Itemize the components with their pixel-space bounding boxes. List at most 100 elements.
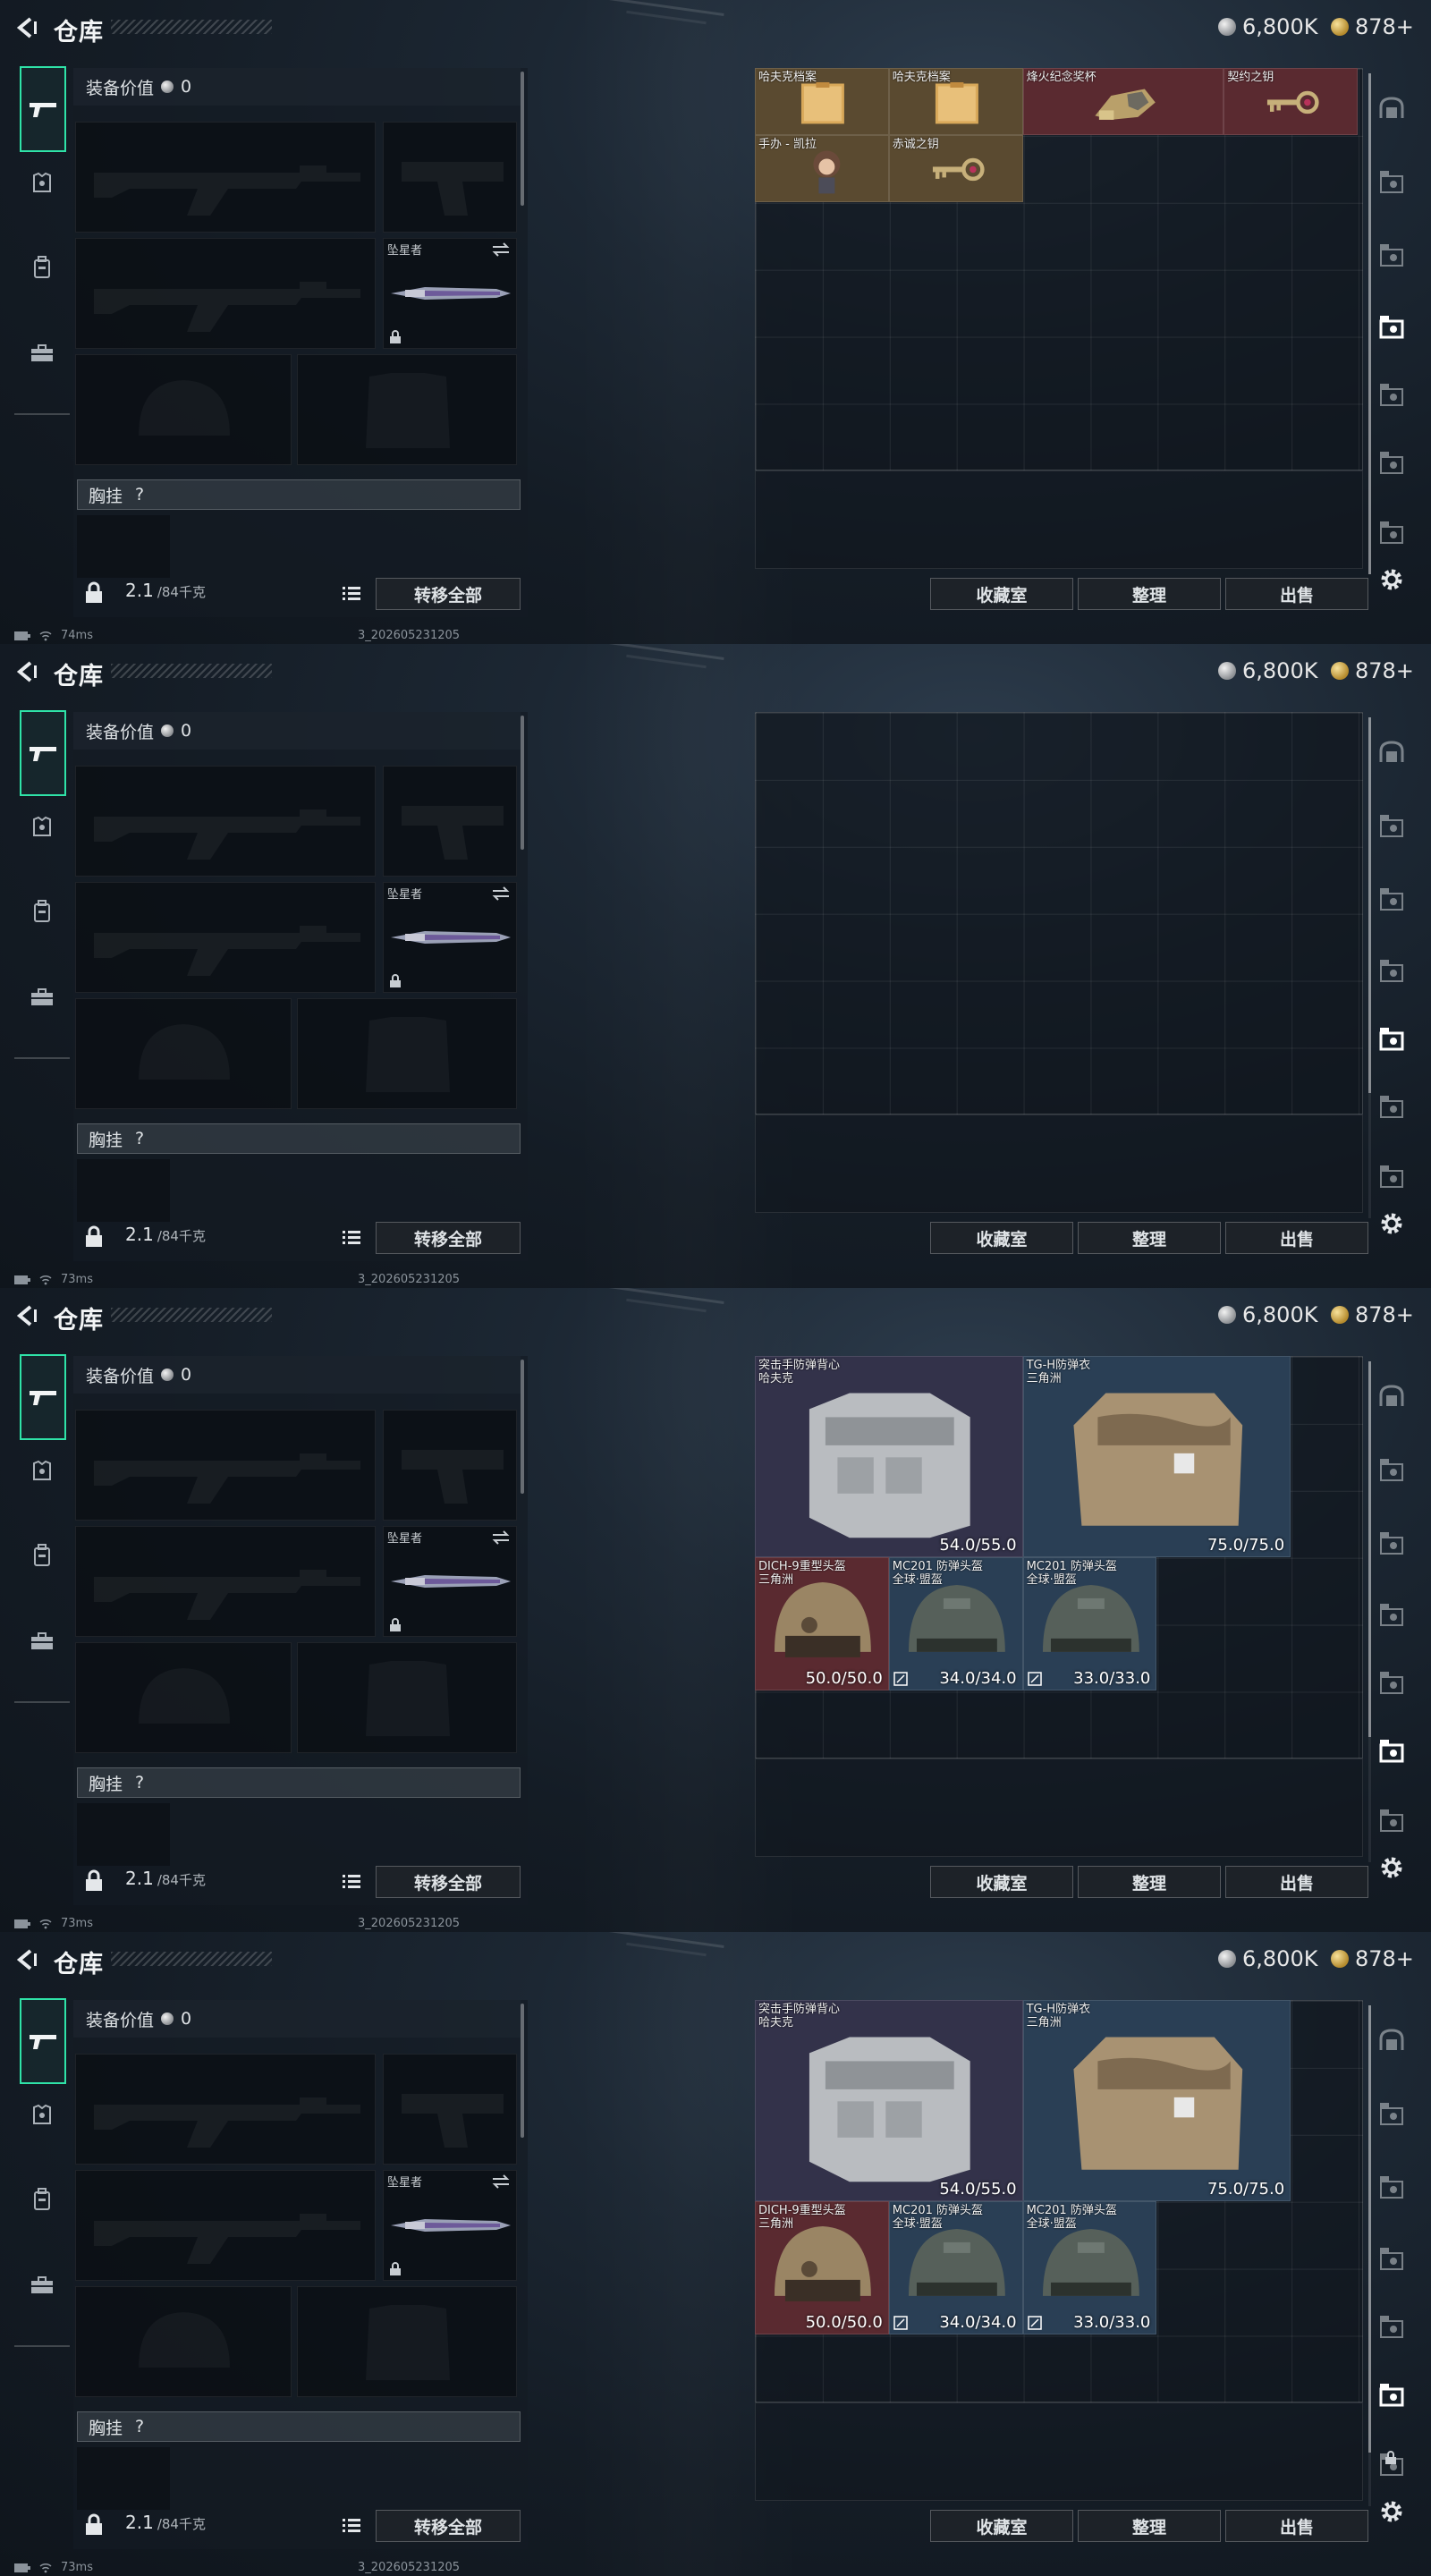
sort-button[interactable]: 整理	[1078, 1866, 1221, 1898]
melee-slot[interactable]: 坠星者	[383, 882, 517, 993]
armor-slot[interactable]	[297, 354, 517, 465]
stash-item[interactable]: MC201 防弹头盔 全球·盟盔 34.0/34.0	[888, 1556, 1023, 1691]
secondary-weapon-slot[interactable]	[75, 1526, 376, 1637]
tab-weapons[interactable]	[20, 1998, 66, 2084]
stash-grid-lower[interactable]	[755, 1758, 1363, 1857]
case-iv-icon[interactable]	[1376, 2243, 1408, 2275]
gear-icon[interactable]	[1377, 1853, 1406, 1882]
sort-button[interactable]: 整理	[1078, 578, 1221, 610]
back-button[interactable]	[13, 658, 39, 685]
case-iv-icon[interactable]	[1376, 311, 1408, 343]
sell-button[interactable]: 出售	[1225, 1222, 1368, 1254]
tab-case[interactable]	[20, 331, 64, 376]
case-rail-scrollbar[interactable]	[1368, 717, 1371, 1093]
case-iii-icon[interactable]	[1376, 884, 1408, 916]
silver-balance[interactable]: 6,800K	[1218, 658, 1317, 683]
swap-icon[interactable]	[491, 1530, 511, 1545]
case-iv-icon[interactable]	[1376, 1599, 1408, 1631]
collection-room-button[interactable]: 收藏室	[930, 1222, 1073, 1254]
collection-room-button[interactable]: 收藏室	[930, 1866, 1073, 1898]
gear-icon[interactable]	[1377, 1209, 1406, 1238]
list-icon[interactable]	[342, 585, 361, 601]
case-iv-icon[interactable]	[1376, 2311, 1408, 2343]
armor-slot[interactable]	[297, 2286, 517, 2397]
secondary-weapon-slot[interactable]	[75, 882, 376, 993]
tab-case[interactable]	[20, 2263, 64, 2308]
stash-item[interactable]: 哈夫克档案	[888, 68, 1023, 135]
stash-grid-lower[interactable]	[755, 1114, 1363, 1213]
gold-balance[interactable]: 878+	[1331, 1946, 1414, 1971]
pistol-slot[interactable]	[383, 122, 517, 233]
case-iv-icon[interactable]	[1376, 1735, 1408, 1767]
back-button[interactable]	[13, 1302, 39, 1329]
swap-icon[interactable]	[491, 242, 511, 257]
chest-rig-help-icon[interactable]: ?	[135, 2417, 144, 2436]
chest-rig-header[interactable]: 胸挂 ?	[77, 1123, 521, 1154]
transfer-all-button[interactable]: 转移全部	[376, 1222, 521, 1254]
primary-weapon-slot[interactable]	[75, 766, 376, 877]
stash-item[interactable]: 赤诚之钥	[888, 134, 1023, 202]
case-iv-icon[interactable]	[1376, 1454, 1408, 1487]
back-button[interactable]	[13, 1946, 39, 1973]
armor-slot[interactable]	[297, 1642, 517, 1753]
loadout-scrollbar[interactable]	[521, 2004, 524, 2138]
chest-rig-header[interactable]: 胸挂 ?	[77, 2411, 521, 2442]
chest-rig-slot[interactable]	[77, 2447, 170, 2510]
tab-case[interactable]	[20, 975, 64, 1020]
stash-item[interactable]: MC201 防弹头盔 全球·盟盔 33.0/33.0	[1022, 1556, 1157, 1691]
case-iii-icon[interactable]	[1376, 1528, 1408, 1560]
gear-icon[interactable]	[1377, 2497, 1406, 2526]
tab-armor[interactable]	[20, 2093, 64, 2138]
swap-icon[interactable]	[491, 2174, 511, 2189]
chest-rig-slot[interactable]	[77, 1803, 170, 1866]
silver-balance[interactable]: 6,800K	[1218, 14, 1317, 39]
case-iv-icon[interactable]	[1376, 166, 1408, 199]
tab-weapons[interactable]	[20, 710, 66, 796]
tab-backpack[interactable]	[20, 889, 64, 934]
sell-button[interactable]: 出售	[1225, 2510, 1368, 2542]
gear-icon[interactable]	[1377, 565, 1406, 594]
stash-item[interactable]: TG-H防弹衣 三角洲 75.0/75.0	[1022, 1356, 1291, 1557]
stash-item[interactable]: 烽火纪念奖杯	[1022, 68, 1224, 135]
silver-balance[interactable]: 6,800K	[1218, 1946, 1317, 1971]
vault-icon[interactable]	[1376, 737, 1408, 769]
case-rail-scrollbar[interactable]	[1368, 1361, 1371, 1737]
chest-rig-help-icon[interactable]: ?	[135, 485, 144, 504]
vault-icon[interactable]	[1376, 93, 1408, 125]
primary-weapon-slot[interactable]	[75, 2054, 376, 2165]
helmet-slot[interactable]	[75, 1642, 292, 1753]
stash-grid[interactable]	[755, 712, 1363, 1114]
transfer-all-button[interactable]: 转移全部	[376, 578, 521, 610]
melee-slot[interactable]: 坠星者	[383, 1526, 517, 1637]
loadout-scrollbar[interactable]	[521, 1360, 524, 1494]
secondary-weapon-slot[interactable]	[75, 238, 376, 349]
stash-item[interactable]: DICH-9重型头盔 三角洲 50.0/50.0	[755, 1556, 889, 1691]
stash-item[interactable]: 契约之钥	[1224, 68, 1359, 135]
case-iv-icon[interactable]	[1376, 379, 1408, 411]
case-iii-icon[interactable]	[1376, 240, 1408, 272]
tab-armor[interactable]	[20, 161, 64, 206]
case-iv-icon[interactable]	[1376, 810, 1408, 843]
melee-slot[interactable]: 坠星者	[383, 238, 517, 349]
chest-rig-help-icon[interactable]: ?	[135, 1773, 144, 1792]
case-iv-icon[interactable]	[1376, 517, 1408, 549]
back-button[interactable]	[13, 14, 39, 41]
list-icon[interactable]	[342, 2517, 361, 2533]
vault-icon[interactable]	[1376, 1381, 1408, 1413]
case-iv-icon[interactable]	[1376, 1667, 1408, 1699]
vault-icon[interactable]	[1376, 2025, 1408, 2057]
stash-grid-lower[interactable]	[755, 470, 1363, 569]
swap-icon[interactable]	[491, 886, 511, 901]
stash-item[interactable]: 手办 - 凯拉	[755, 134, 889, 202]
list-icon[interactable]	[342, 1229, 361, 1245]
loadout-scrollbar[interactable]	[521, 72, 524, 206]
case-iv-icon[interactable]	[1376, 1161, 1408, 1193]
stash-item[interactable]: DICH-9重型头盔 三角洲 50.0/50.0	[755, 2200, 889, 2335]
pistol-slot[interactable]	[383, 766, 517, 877]
case-iv-icon[interactable]	[1376, 2379, 1408, 2411]
case-iii-icon[interactable]	[1376, 2172, 1408, 2204]
case-rail-scrollbar[interactable]	[1368, 2005, 1371, 2453]
gold-balance[interactable]: 878+	[1331, 658, 1414, 683]
stash-grid-lower[interactable]	[755, 2402, 1363, 2501]
stash-item[interactable]: MC201 防弹头盔 全球·盟盔 34.0/34.0	[888, 2200, 1023, 2335]
